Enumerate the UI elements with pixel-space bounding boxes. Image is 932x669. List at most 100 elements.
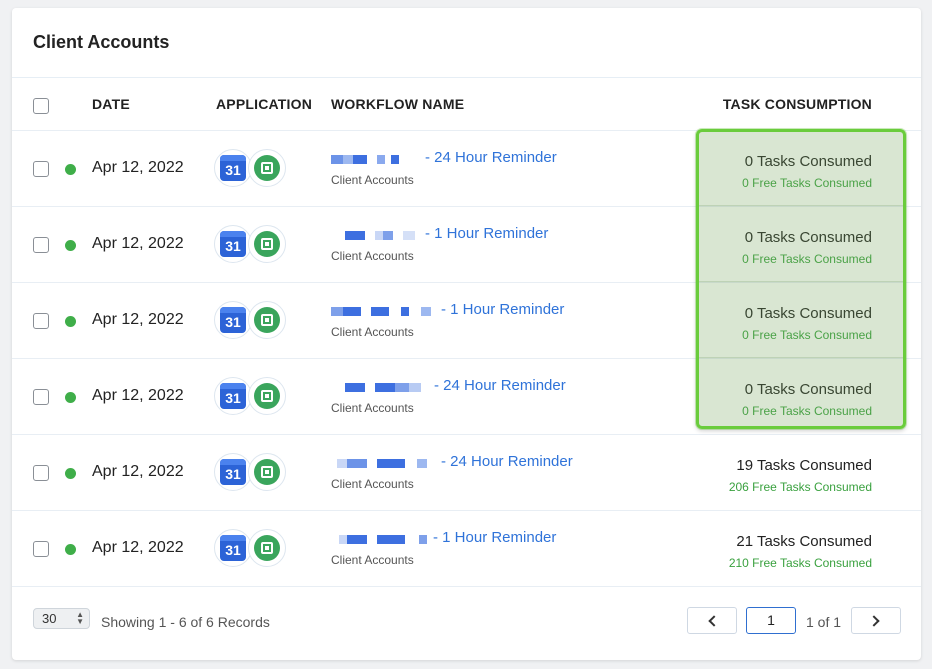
redacted-pixel [421,307,431,316]
status-dot [65,392,76,403]
redacted-pixel [331,155,343,164]
calendar-day-label: 31 [225,542,241,558]
highlight-divider [699,205,903,206]
workflow-link[interactable]: - 1 Hour Reminder [441,301,564,318]
workflow-folder: Client Accounts [331,249,414,263]
google-calendar-icon[interactable]: 31 [214,529,252,567]
row-date: Apr 12, 2022 [92,463,184,480]
google-workspace-icon[interactable] [248,149,286,187]
free-tasks-consumed: 206 Free Tasks Consumed [728,480,872,494]
redacted-pixel [371,307,389,316]
prev-page-button[interactable] [687,607,737,634]
status-dot [65,544,76,555]
google-calendar-icon[interactable]: 31 [214,301,252,339]
next-page-button[interactable] [851,607,901,634]
row-checkbox[interactable] [33,541,49,557]
workflow-column-header: WORKFLOW NAME [331,96,465,112]
redacted-pixel [347,459,367,468]
google-calendar-icon[interactable]: 31 [214,149,252,187]
footer-divider [12,586,921,587]
row-date: Apr 12, 2022 [92,311,184,328]
redacted-pixel [395,383,409,392]
select-all-checkbox[interactable] [33,98,49,114]
chevron-right-icon [868,614,880,627]
page-of-label: 1 of 1 [806,614,842,630]
google-workspace-icon[interactable] [248,453,286,491]
status-dot [65,240,76,251]
google-workspace-icon[interactable] [248,225,286,263]
google-calendar-icon[interactable]: 31 [214,377,252,415]
row-date: Apr 12, 2022 [92,387,184,404]
row-checkbox[interactable] [33,313,49,329]
current-page-input[interactable]: 1 [746,607,796,634]
redacted-pixel [403,231,415,240]
status-dot [65,316,76,327]
table-row[interactable]: Apr 12, 2022 31 - 24 Hour Reminder Client A… [12,434,921,510]
row-date: Apr 12, 2022 [92,235,184,252]
redacted-pixel [343,307,361,316]
records-summary: Showing 1 - 6 of 6 Records [101,614,270,630]
redacted-pixel [377,535,405,544]
redacted-pixel [331,307,343,316]
google-workspace-icon[interactable] [248,301,286,339]
status-dot [65,164,76,175]
workflow-folder: Client Accounts [331,325,414,339]
google-workspace-icon[interactable] [248,377,286,415]
redacted-pixel [377,155,385,164]
workflow-link[interactable]: - 1 Hour Reminder [433,529,556,546]
tasks-consumed: 19 Tasks Consumed [736,457,872,474]
calendar-day-label: 31 [225,238,241,254]
redacted-pixel [353,155,367,164]
status-dot [65,468,76,479]
page-size-select[interactable]: 30 ▲ ▼ [33,608,90,629]
redacted-pixel [375,231,383,240]
free-tasks-consumed: 210 Free Tasks Consumed [728,556,872,570]
redacted-pixel [409,383,421,392]
workflow-link[interactable]: - 24 Hour Reminder [425,149,557,166]
date-column-header[interactable]: DATE [92,96,130,112]
redacted-pixel [343,155,353,164]
row-checkbox[interactable] [33,389,49,405]
redacted-pixel [347,535,367,544]
google-calendar-icon[interactable]: 31 [214,225,252,263]
row-checkbox[interactable] [33,161,49,177]
task-consumption-column-header: TASK CONSUMPTION [722,96,872,112]
calendar-day-label: 31 [225,314,241,330]
google-calendar-icon[interactable]: 31 [214,453,252,491]
chevron-left-icon [708,614,720,627]
redacted-pixel [417,459,427,468]
redacted-pixel [375,383,395,392]
workflow-link[interactable]: - 24 Hour Reminder [434,377,566,394]
tasks-consumed: 21 Tasks Consumed [736,533,872,550]
redacted-pixel [401,307,409,316]
table-row[interactable]: Apr 12, 2022 31 - 1 Hour Reminder Client Ac… [12,510,921,586]
workflow-folder: Client Accounts [331,477,414,491]
workflow-folder: Client Accounts [331,401,414,415]
redacted-pixel [339,535,347,544]
card-title: Client Accounts [33,32,170,52]
redacted-pixel [345,231,365,240]
redacted-pixel [377,459,405,468]
workflow-folder: Client Accounts [331,173,414,187]
highlight-divider [699,281,903,282]
redacted-pixel [337,459,347,468]
redacted-pixel [391,155,399,164]
highlight-divider [699,357,903,358]
row-checkbox[interactable] [33,465,49,481]
row-date: Apr 12, 2022 [92,159,184,176]
workflow-link[interactable]: - 1 Hour Reminder [425,225,548,242]
task-consumption-highlight [696,129,906,429]
workflow-link[interactable]: - 24 Hour Reminder [441,453,573,470]
calendar-day-label: 31 [225,162,241,178]
row-checkbox[interactable] [33,237,49,253]
redacted-pixel [345,383,365,392]
title-divider [12,77,921,78]
application-column-header: APPLICATION [216,96,313,112]
stepper-arrows-icon: ▲ ▼ [76,610,84,626]
page-size-value: 30 [42,611,57,626]
redacted-pixel [419,535,427,544]
redacted-pixel [383,231,393,240]
calendar-day-label: 31 [225,466,241,482]
workflow-folder: Client Accounts [331,553,414,567]
google-workspace-icon[interactable] [248,529,286,567]
